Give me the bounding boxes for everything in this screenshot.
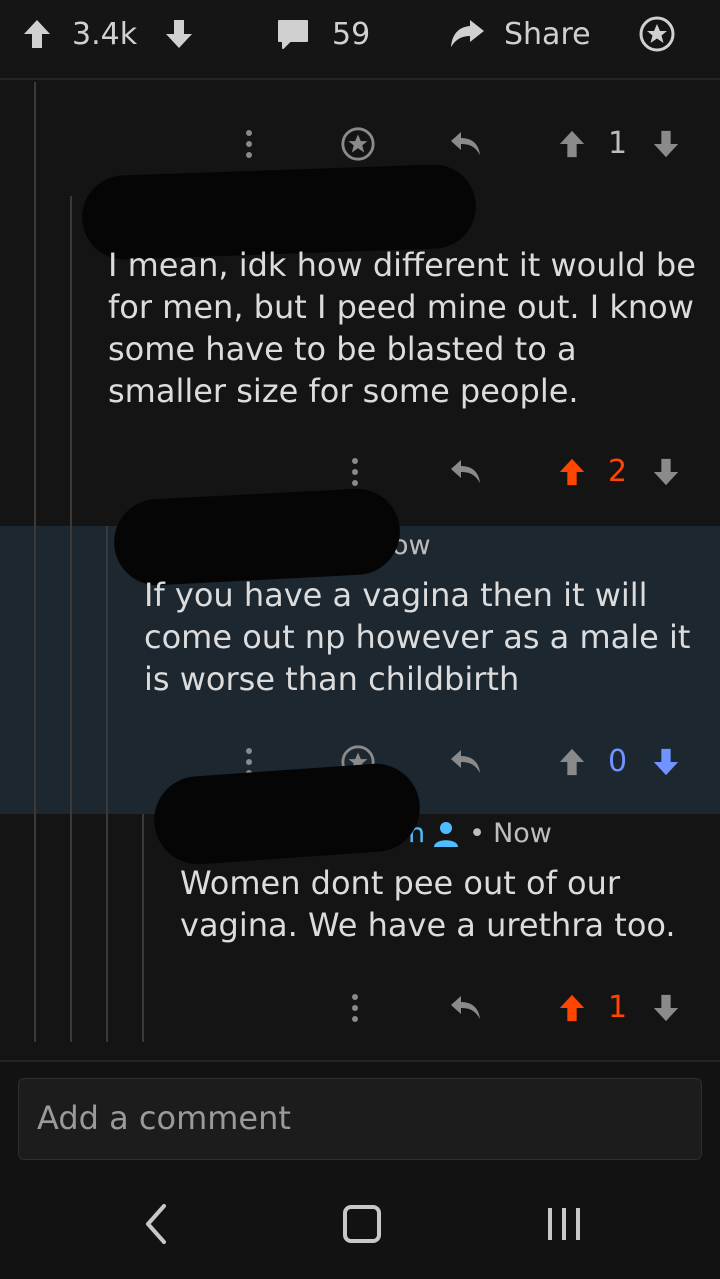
comment-body: Women dont pee out of our vagina. We hav… <box>180 864 676 944</box>
downvote-icon <box>653 748 679 776</box>
user-icon <box>434 821 459 847</box>
upvote-icon <box>24 20 50 48</box>
downvote-icon <box>653 130 679 158</box>
downvote-icon <box>653 994 679 1022</box>
award-button[interactable] <box>338 124 378 164</box>
upvote-icon <box>559 994 585 1022</box>
more-options-button[interactable] <box>340 988 370 1028</box>
reply-icon <box>451 132 480 155</box>
comment-body: I mean, idk how different it would be fo… <box>108 246 696 410</box>
thread-line-level-3[interactable] <box>106 526 108 1042</box>
upvote-icon <box>559 130 585 158</box>
upvote-button-active[interactable] <box>556 452 588 492</box>
post-action-bar: 3.4k 59 Share <box>0 0 720 80</box>
parent-comment-actions: 1 <box>0 124 720 164</box>
post-score: 3.4k <box>72 16 138 52</box>
downvote-button[interactable] <box>650 988 682 1028</box>
nav-recents-button[interactable] <box>544 1204 584 1244</box>
back-icon <box>146 1204 166 1244</box>
share-arrow-icon <box>451 20 484 47</box>
upvote-button[interactable] <box>556 742 588 782</box>
redacted-username <box>111 486 403 588</box>
upvote-icon <box>559 748 585 776</box>
post-share-button[interactable]: Share <box>448 12 591 56</box>
post-comment-count: 59 <box>332 16 371 52</box>
comment-icon <box>278 20 308 49</box>
redacted-username <box>151 760 423 868</box>
home-icon <box>343 1205 381 1243</box>
vote-count: 1 <box>608 126 628 161</box>
more-options-button[interactable] <box>340 452 370 492</box>
comment-body: If you have a vagina then it will come o… <box>144 576 691 698</box>
post-award-button[interactable] <box>638 12 676 56</box>
more-dots-icon <box>352 994 358 1022</box>
upvote-button[interactable] <box>556 124 588 164</box>
recents-icon <box>548 1208 580 1240</box>
nav-back-button[interactable] <box>136 1202 176 1246</box>
comment-actions: 1 <box>0 988 720 1028</box>
downvote-icon <box>166 20 192 48</box>
award-icon <box>341 127 375 161</box>
more-options-button[interactable] <box>234 124 264 164</box>
meta-separator: • <box>469 818 486 849</box>
post-upvote-button[interactable] <box>22 12 52 56</box>
reply-button[interactable] <box>446 988 486 1028</box>
post-comments-button[interactable] <box>276 12 310 56</box>
comment-time: Now <box>493 818 552 849</box>
thread-line-level-1[interactable] <box>34 82 36 1042</box>
share-label: Share <box>504 16 591 52</box>
add-comment-placeholder: Add a comment <box>37 1099 291 1137</box>
more-dots-icon <box>352 458 358 486</box>
vote-count: 0 <box>608 744 628 779</box>
reply-icon <box>451 750 480 773</box>
upvote-button-active[interactable] <box>556 988 588 1028</box>
comment-actions: 2 <box>0 452 720 492</box>
upvote-icon <box>559 458 585 486</box>
vote-count: 1 <box>608 990 628 1025</box>
reply-button[interactable] <box>446 742 486 782</box>
thread-line-level-2[interactable] <box>70 196 72 1042</box>
reply-icon <box>451 460 480 483</box>
post-downvote-button[interactable] <box>164 12 194 56</box>
nav-home-button[interactable] <box>342 1204 382 1244</box>
downvote-button[interactable] <box>650 124 682 164</box>
downvote-button-active[interactable] <box>650 742 682 782</box>
comment-meta: n • Now <box>408 818 552 849</box>
reply-button[interactable] <box>446 452 486 492</box>
reply-button[interactable] <box>446 124 486 164</box>
downvote-icon <box>653 458 679 486</box>
award-icon <box>639 16 675 52</box>
downvote-button[interactable] <box>650 452 682 492</box>
vote-count: 2 <box>608 454 628 489</box>
reply-icon <box>451 996 480 1019</box>
more-dots-icon <box>246 130 252 158</box>
system-nav-bar <box>0 1180 720 1279</box>
add-comment-input[interactable]: Add a comment <box>18 1078 702 1160</box>
